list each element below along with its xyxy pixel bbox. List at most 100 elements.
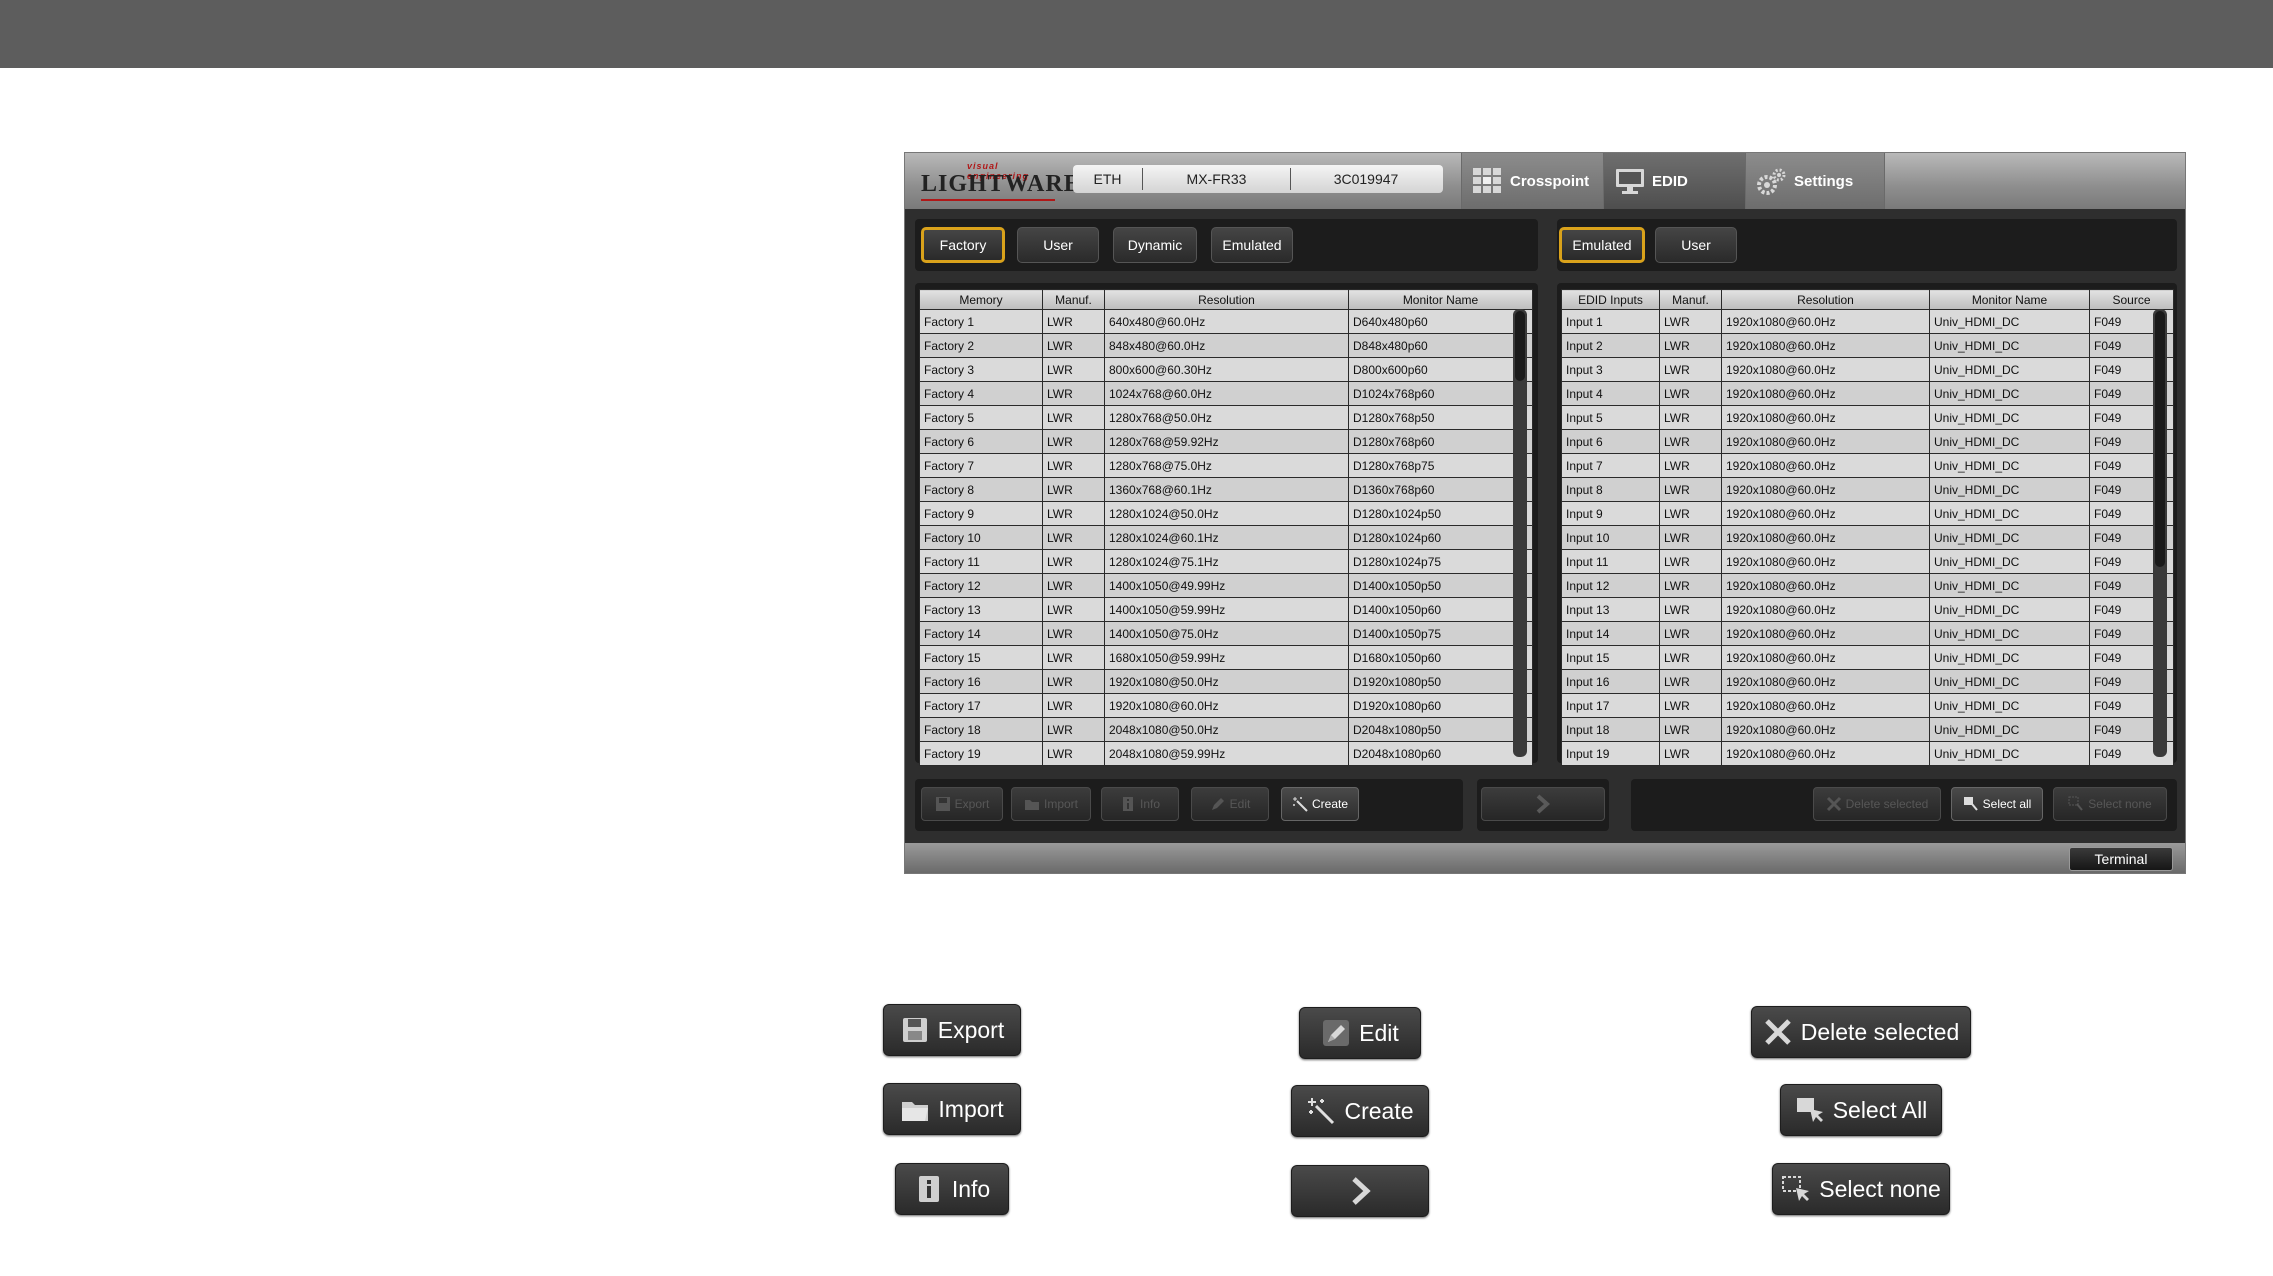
source-edid-row[interactable]: Factory 12 LWR 1400x1050@49.99Hz D1400x1050… bbox=[919, 573, 1533, 598]
source-edid-row[interactable]: Factory 16 LWR 1920x1080@50.0Hz D1920x1080p… bbox=[919, 669, 1533, 694]
source-edid-row[interactable]: Factory 2 LWR 848x480@60.0Hz D848x480p60 bbox=[919, 333, 1533, 358]
destination-edid-row[interactable]: Input 9 LWR 1920x1080@60.0Hz Univ_HDMI_DC F0… bbox=[1561, 501, 2174, 526]
source-edid-row[interactable]: Factory 18 LWR 2048x1080@50.0Hz D2048x1080p… bbox=[919, 717, 1533, 742]
edit-button[interactable]: Edit bbox=[1191, 787, 1269, 821]
select-none-icon bbox=[2068, 796, 2084, 811]
column-header-memory[interactable]: Memory bbox=[919, 289, 1043, 310]
destination-edid-row[interactable]: Input 8 LWR 1920x1080@60.0Hz Univ_HDMI_DC F0… bbox=[1561, 477, 2174, 502]
select-all-button[interactable]: Select all bbox=[1951, 787, 2043, 821]
table-cell: Factory 14 bbox=[919, 621, 1043, 646]
tab-edid[interactable]: EDID bbox=[1603, 153, 1745, 209]
table-cell: Univ_HDMI_DC bbox=[1929, 621, 2090, 646]
table-cell: Input 7 bbox=[1561, 453, 1660, 478]
destination-edid-row[interactable]: Input 5 LWR 1920x1080@60.0Hz Univ_HDMI_DC F0… bbox=[1561, 405, 2174, 430]
import-button[interactable]: Import bbox=[1011, 787, 1091, 821]
create-button[interactable]: Create bbox=[1281, 787, 1359, 821]
source-edid-row[interactable]: Factory 11 LWR 1280x1024@75.1Hz D1280x1024p… bbox=[919, 549, 1533, 574]
table-cell: 1400x1050@49.99Hz bbox=[1104, 573, 1349, 598]
export-button[interactable]: Export bbox=[921, 787, 1003, 821]
info-button[interactable]: Info bbox=[1101, 787, 1179, 821]
column-header-manufacturer[interactable]: Manuf. bbox=[1659, 289, 1722, 310]
table-cell: Univ_HDMI_DC bbox=[1929, 717, 2090, 742]
destination-edid-row[interactable]: Input 1 LWR 1920x1080@60.0Hz Univ_HDMI_DC F0… bbox=[1561, 309, 2174, 334]
source-edid-row[interactable]: Factory 14 LWR 1400x1050@75.0Hz D1400x1050p… bbox=[919, 621, 1533, 646]
table-cell: LWR bbox=[1042, 501, 1105, 526]
destination-scroll-thumb[interactable] bbox=[2155, 311, 2165, 567]
table-cell: Factory 9 bbox=[919, 501, 1043, 526]
table-cell: Univ_HDMI_DC bbox=[1929, 549, 2090, 574]
destination-edid-row[interactable]: Input 3 LWR 1920x1080@60.0Hz Univ_HDMI_DC F0… bbox=[1561, 357, 2174, 382]
source-table-scrollbar[interactable] bbox=[1513, 309, 1527, 757]
table-cell: Factory 4 bbox=[919, 381, 1043, 406]
column-header-monitor-name[interactable]: Monitor Name bbox=[1348, 289, 1533, 310]
table-cell: LWR bbox=[1042, 549, 1105, 574]
destination-edid-row[interactable]: Input 15 LWR 1920x1080@60.0Hz Univ_HDMI_DC F… bbox=[1561, 645, 2174, 670]
destination-edid-row[interactable]: Input 17 LWR 1920x1080@60.0Hz Univ_HDMI_DC F… bbox=[1561, 693, 2174, 718]
table-cell: 1680x1050@59.99Hz bbox=[1104, 645, 1349, 670]
transfer-button[interactable] bbox=[1481, 787, 1605, 821]
destination-edid-row[interactable]: Input 13 LWR 1920x1080@60.0Hz Univ_HDMI_DC F… bbox=[1561, 597, 2174, 622]
source-edid-row[interactable]: Factory 19 LWR 2048x1080@59.99Hz D2048x1080… bbox=[919, 741, 1533, 766]
table-cell: LWR bbox=[1659, 669, 1722, 694]
source-edid-row[interactable]: Factory 5 LWR 1280x768@50.0Hz D1280x768p50 bbox=[919, 405, 1533, 430]
device-interface: ETH bbox=[1073, 168, 1143, 190]
table-cell: LWR bbox=[1042, 573, 1105, 598]
tab-dynamic[interactable]: Dynamic bbox=[1113, 227, 1197, 263]
destination-edid-row[interactable]: Input 12 LWR 1920x1080@60.0Hz Univ_HDMI_DC F… bbox=[1561, 573, 2174, 598]
tab-settings[interactable]: Settings bbox=[1745, 153, 1885, 209]
destination-edid-row[interactable]: Input 16 LWR 1920x1080@60.0Hz Univ_HDMI_DC F… bbox=[1561, 669, 2174, 694]
destination-edid-row[interactable]: Input 14 LWR 1920x1080@60.0Hz Univ_HDMI_DC F… bbox=[1561, 621, 2174, 646]
create-button-label: Create bbox=[1311, 797, 1349, 811]
table-cell: LWR bbox=[1659, 429, 1722, 454]
source-edid-row[interactable]: Factory 1 LWR 640x480@60.0Hz D640x480p60 bbox=[919, 309, 1533, 334]
source-edid-row[interactable]: Factory 3 LWR 800x600@60.30Hz D800x600p60 bbox=[919, 357, 1533, 382]
table-cell: LWR bbox=[1042, 333, 1105, 358]
table-cell: Input 3 bbox=[1561, 357, 1660, 382]
table-cell: Univ_HDMI_DC bbox=[1929, 357, 2090, 382]
column-header-manufacturer[interactable]: Manuf. bbox=[1042, 289, 1105, 310]
source-edid-row[interactable]: Factory 7 LWR 1280x768@75.0Hz D1280x768p75 bbox=[919, 453, 1533, 478]
table-cell: LWR bbox=[1659, 333, 1722, 358]
lightware-edid-window: visual engineering LIGHTWARE ETH MX-FR33… bbox=[904, 152, 2186, 874]
destination-edid-row[interactable]: Input 7 LWR 1920x1080@60.0Hz Univ_HDMI_DC F0… bbox=[1561, 453, 2174, 478]
tab-emulated-destination[interactable]: Emulated bbox=[1559, 227, 1645, 263]
tab-crosspoint-label: Crosspoint bbox=[1510, 172, 1590, 190]
table-cell: Input 10 bbox=[1561, 525, 1660, 550]
column-header-edid-inputs[interactable]: EDID Inputs bbox=[1561, 289, 1660, 310]
source-edid-row[interactable]: Factory 15 LWR 1680x1050@59.99Hz D1680x1050… bbox=[919, 645, 1533, 670]
column-header-source[interactable]: Source bbox=[2089, 289, 2174, 310]
source-edid-row[interactable]: Factory 13 LWR 1400x1050@59.99Hz D1400x1050… bbox=[919, 597, 1533, 622]
table-cell: D640x480p60 bbox=[1348, 309, 1533, 334]
select-none-button[interactable]: Select none bbox=[2053, 787, 2167, 821]
source-edid-row[interactable]: Factory 4 LWR 1024x768@60.0Hz D1024x768p60 bbox=[919, 381, 1533, 406]
destination-table-scrollbar[interactable] bbox=[2153, 309, 2167, 757]
source-edid-row[interactable]: Factory 17 LWR 1920x1080@60.0Hz D1920x1080p… bbox=[919, 693, 1533, 718]
table-cell: Input 14 bbox=[1561, 621, 1660, 646]
tab-emulated[interactable]: Emulated bbox=[1211, 227, 1293, 263]
tab-user-destination[interactable]: User bbox=[1655, 227, 1737, 263]
source-edid-row[interactable]: Factory 10 LWR 1280x1024@60.1Hz D1280x1024p… bbox=[919, 525, 1533, 550]
source-edid-row[interactable]: Factory 8 LWR 1360x768@60.1Hz D1360x768p60 bbox=[919, 477, 1533, 502]
source-scroll-thumb[interactable] bbox=[1515, 311, 1525, 381]
destination-edid-row[interactable]: Input 6 LWR 1920x1080@60.0Hz Univ_HDMI_DC F0… bbox=[1561, 429, 2174, 454]
delete-selected-button[interactable]: Delete selected bbox=[1813, 787, 1941, 821]
legend-info-label: Info bbox=[951, 1175, 991, 1202]
destination-edid-row[interactable]: Input 11 LWR 1920x1080@60.0Hz Univ_HDMI_DC F… bbox=[1561, 549, 2174, 574]
table-cell: 1920x1080@60.0Hz bbox=[1721, 357, 1930, 382]
column-header-monitor-name[interactable]: Monitor Name bbox=[1929, 289, 2090, 310]
destination-edid-row[interactable]: Input 10 LWR 1920x1080@60.0Hz Univ_HDMI_DC F… bbox=[1561, 525, 2174, 550]
column-header-resolution[interactable]: Resolution bbox=[1721, 289, 1930, 310]
terminal-button[interactable]: Terminal bbox=[2069, 847, 2173, 871]
tab-factory[interactable]: Factory bbox=[921, 227, 1005, 263]
column-header-resolution[interactable]: Resolution bbox=[1104, 289, 1349, 310]
destination-edid-row[interactable]: Input 19 LWR 1920x1080@60.0Hz Univ_HDMI_DC F… bbox=[1561, 741, 2174, 766]
destination-edid-row[interactable]: Input 4 LWR 1920x1080@60.0Hz Univ_HDMI_DC F0… bbox=[1561, 381, 2174, 406]
destination-edid-row[interactable]: Input 18 LWR 1920x1080@60.0Hz Univ_HDMI_DC F… bbox=[1561, 717, 2174, 742]
table-cell: Univ_HDMI_DC bbox=[1929, 429, 2090, 454]
source-edid-row[interactable]: Factory 6 LWR 1280x768@59.92Hz D1280x768p60 bbox=[919, 429, 1533, 454]
source-edid-row[interactable]: Factory 9 LWR 1280x1024@50.0Hz D1280x1024p5… bbox=[919, 501, 1533, 526]
tab-user[interactable]: User bbox=[1017, 227, 1099, 263]
info-icon bbox=[918, 1176, 939, 1202]
destination-edid-row[interactable]: Input 2 LWR 1920x1080@60.0Hz Univ_HDMI_DC F0… bbox=[1561, 333, 2174, 358]
tab-crosspoint[interactable]: Crosspoint bbox=[1461, 153, 1603, 209]
